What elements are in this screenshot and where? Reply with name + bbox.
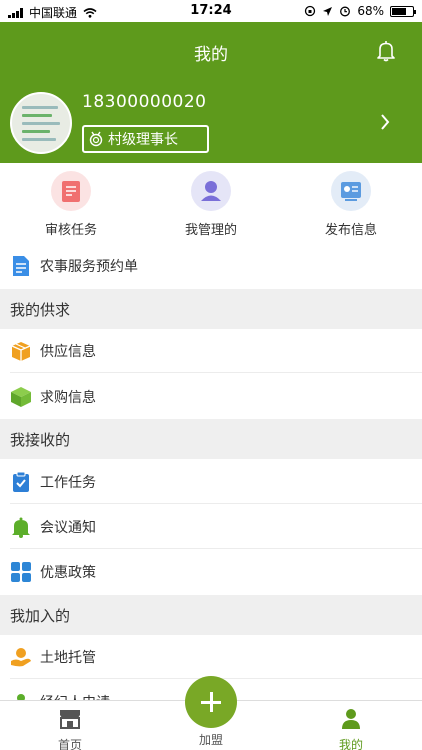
supply-info-label: 供应信息 bbox=[40, 344, 96, 360]
purchase-cube-icon bbox=[11, 387, 31, 407]
supply-box-icon bbox=[11, 342, 31, 361]
quick-manage-label: 我管理的 bbox=[184, 223, 237, 238]
person-icon bbox=[17, 694, 25, 700]
preferential-policy-label: 优惠政策 bbox=[40, 565, 96, 581]
land-trust-label: 土地托管 bbox=[40, 650, 96, 666]
battery-percent: 68% bbox=[357, 4, 384, 18]
medal-icon bbox=[89, 131, 103, 147]
broker-apply-label: 经纪人申请 bbox=[40, 692, 110, 700]
role-badge: 村级理事长 bbox=[82, 125, 209, 153]
clipboard-check-icon bbox=[13, 471, 29, 492]
alarm-icon bbox=[340, 6, 351, 17]
meeting-notice-row[interactable]: 会议通知 bbox=[0, 505, 422, 549]
status-bar: 中国联通 17:24 68% bbox=[0, 0, 422, 22]
avatar[interactable] bbox=[10, 92, 72, 154]
review-task-icon bbox=[51, 171, 91, 211]
role-label: 村级理事长 bbox=[108, 132, 178, 148]
tab-home[interactable]: 首页 bbox=[30, 709, 110, 750]
land-trust-row[interactable]: 土地托管 bbox=[0, 635, 422, 679]
join-plus-button[interactable] bbox=[185, 676, 237, 728]
service-order-row[interactable]: 农事服务预约单 bbox=[0, 243, 422, 289]
meeting-notice-label: 会议通知 bbox=[40, 520, 96, 536]
supply-info-row[interactable]: 供应信息 bbox=[0, 329, 422, 373]
user-icon bbox=[342, 709, 360, 729]
work-task-row[interactable]: 工作任务 bbox=[0, 460, 422, 504]
quick-review-task-label: 审核任务 bbox=[44, 223, 97, 238]
chevron-right-icon[interactable] bbox=[380, 114, 390, 130]
preferential-policy-row[interactable]: 优惠政策 bbox=[0, 550, 422, 594]
section-received: 我接收的 bbox=[0, 419, 422, 459]
work-task-label: 工作任务 bbox=[40, 475, 96, 491]
user-phone: 18300000020 bbox=[82, 92, 207, 112]
grid-icon bbox=[11, 562, 31, 582]
quick-actions: 审核任务 我管理的 发布信息 bbox=[0, 163, 422, 243]
tab-mine-label: 我的 bbox=[338, 738, 363, 750]
section-my-supply-demand: 我的供求 bbox=[0, 289, 422, 329]
manage-user-icon bbox=[191, 171, 231, 211]
store-icon bbox=[60, 710, 80, 729]
purchase-info-label: 求购信息 bbox=[40, 390, 96, 406]
profile-header: 我的 18300000020 村级理事长 bbox=[0, 22, 422, 163]
quick-publish[interactable]: 发布信息 bbox=[301, 171, 401, 238]
section-joined: 我加入的 bbox=[0, 595, 422, 635]
bell-icon bbox=[12, 517, 30, 538]
service-order-label: 农事服务预约单 bbox=[40, 259, 138, 275]
land-hand-icon bbox=[11, 648, 31, 667]
quick-publish-label: 发布信息 bbox=[324, 223, 377, 238]
purchase-info-row[interactable]: 求购信息 bbox=[0, 375, 422, 419]
battery-icon bbox=[390, 5, 416, 17]
battery-fill bbox=[392, 7, 406, 15]
quick-manage[interactable]: 我管理的 bbox=[161, 171, 261, 238]
quick-review-task[interactable]: 审核任务 bbox=[21, 171, 121, 238]
tab-home-label: 首页 bbox=[57, 738, 82, 750]
lock-rotation-icon bbox=[305, 5, 316, 17]
tab-mine[interactable]: 我的 bbox=[311, 709, 391, 750]
status-right: 68% bbox=[304, 4, 416, 18]
notification-bell-icon[interactable] bbox=[376, 40, 396, 62]
tab-join-label-wrap[interactable]: 加盟 bbox=[171, 731, 251, 748]
publish-info-icon bbox=[331, 171, 371, 211]
page-title: 我的 bbox=[194, 45, 228, 65]
location-icon bbox=[323, 6, 333, 16]
document-icon bbox=[13, 256, 29, 276]
tab-join-label: 加盟 bbox=[198, 733, 223, 747]
